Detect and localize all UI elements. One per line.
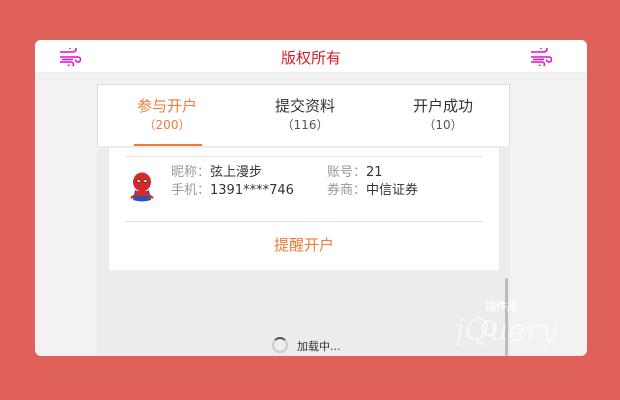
watermark-text: 插件库	[485, 300, 518, 313]
divider	[125, 221, 483, 222]
divider	[125, 156, 483, 157]
tab-count: （116）	[281, 118, 329, 132]
tab-submit-info[interactable]: 提交资料 （116）	[236, 95, 374, 133]
tab-success[interactable]: 开户成功 （10）	[374, 95, 512, 133]
account-field: 账号：21	[327, 164, 383, 182]
broker-field: 券商：中信证券	[327, 182, 418, 200]
wind-icon[interactable]	[530, 48, 552, 66]
tab-bar: 参与开户 （200） 提交资料 （116） 开户成功 （10）	[97, 84, 510, 146]
account-value: 21	[366, 165, 383, 180]
tab-label: 参与开户	[136, 97, 197, 115]
content-panel: 参与开户 （200） 提交资料 （116） 开户成功 （10） 昵称：弦上漫步 …	[97, 84, 510, 356]
phone-field: 手机：1391****746	[171, 182, 294, 200]
account-label: 账号：	[327, 165, 367, 180]
nickname-field: 昵称：弦上漫步	[171, 164, 262, 182]
spiderman-avatar	[130, 172, 154, 202]
broker-value: 中信证券	[366, 183, 419, 198]
tab-count: （10）	[423, 118, 463, 132]
loading-text: 加载中...	[297, 340, 341, 353]
broker-label: 券商：	[327, 183, 367, 198]
top-bar: 版权所有	[35, 40, 587, 73]
tab-label: 提交资料	[274, 97, 335, 115]
nickname-label: 昵称：	[171, 165, 211, 180]
remind-open-account-button[interactable]: 提醒开户	[109, 234, 499, 255]
spinner-icon	[272, 337, 288, 353]
page-title: 版权所有	[280, 49, 341, 67]
list-item: 昵称：弦上漫步 账号：21 手机：1391****746 券商：中信证券 提醒开…	[109, 148, 499, 270]
phone-value: 1391****746	[210, 183, 294, 198]
active-tab-indicator	[134, 144, 202, 146]
phone-label: 手机：	[171, 183, 211, 198]
jquery-logo: jQuery 插件库	[449, 300, 580, 350]
tab-label: 开户成功	[412, 97, 473, 115]
tab-count: （200）	[143, 118, 191, 132]
nickname-value: 弦上漫步	[210, 165, 263, 180]
tab-participate[interactable]: 参与开户 （200）	[98, 95, 236, 133]
svg-text:jQuery: jQuery	[455, 313, 558, 348]
